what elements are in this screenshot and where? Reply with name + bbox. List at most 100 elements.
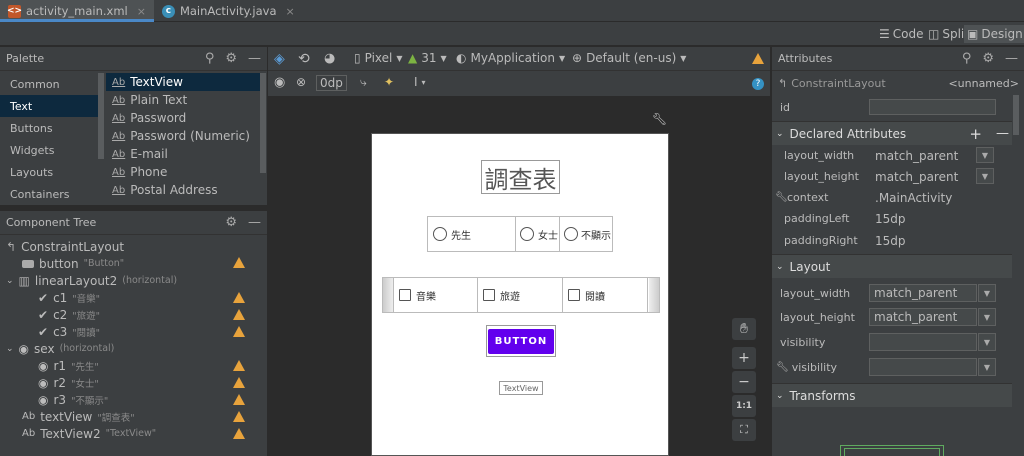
search-icon[interactable]: ⚲ (962, 51, 972, 66)
locale-dropdown[interactable]: ⊕ Default (en-us) ▼ (572, 51, 686, 65)
tree-row-sex[interactable]: ⌄ ◉ sex (horizontal) (6, 340, 114, 357)
palette-item-textview[interactable]: Ab TextView (112, 73, 183, 91)
design-mode-button[interactable]: ▣ Design (964, 25, 1024, 43)
sex-radio-group[interactable]: 先生 女士 不顯示 (427, 216, 613, 252)
warning-icon[interactable] (233, 428, 245, 439)
magic-wand-icon[interactable]: ✦ (384, 75, 394, 89)
tree-row-c2[interactable]: ✔ c2 "旅遊" (38, 306, 100, 323)
tree-row-button[interactable]: button "Button" (22, 255, 124, 272)
zoom-fit-button[interactable]: ⛶ (732, 419, 756, 441)
tree-row-c3[interactable]: ✔ c3 "閱讀" (38, 323, 100, 340)
zoom-in-button[interactable]: + (732, 347, 756, 369)
palette-item-plain-text[interactable]: Ab Plain Text (112, 91, 187, 109)
declared-attributes-header[interactable]: ⌄ Declared Attributes + — (772, 121, 1013, 145)
tree-row-r2[interactable]: ◉ r2 "女士" (38, 374, 99, 391)
radio-r1[interactable]: 先生 (428, 217, 516, 251)
declared-row[interactable]: paddingRight 15dp (772, 230, 1024, 251)
palette-item-password[interactable]: Ab Password (112, 109, 186, 127)
magnet-icon[interactable]: ⊗ (296, 75, 306, 89)
tree-row-r1[interactable]: ◉ r1 "先生" (38, 357, 99, 374)
warning-icon[interactable] (233, 292, 245, 303)
gear-icon[interactable]: ⚙ (225, 51, 237, 66)
tab-activity-main[interactable]: <> activity_main.xml × (0, 0, 154, 22)
layout-width-select[interactable]: match_parent (869, 284, 977, 302)
code-mode-button[interactable]: ☰ Code (876, 25, 927, 43)
visibility-select[interactable] (869, 333, 977, 351)
declared-row[interactable]: paddingLeft 15dp (772, 208, 1024, 229)
checkbox-c2[interactable]: 旅遊 (478, 278, 563, 312)
close-icon[interactable]: × (137, 5, 146, 18)
minimize-icon[interactable]: — (248, 51, 261, 66)
id-input[interactable] (869, 99, 996, 115)
palette-item-password-numeric[interactable]: Ab Password (Numeric) (112, 127, 250, 145)
items-scrollbar[interactable] (260, 73, 266, 173)
warning-icon[interactable] (233, 309, 245, 320)
checkbox-row[interactable]: 音樂 旅遊 閱讀 (382, 277, 660, 313)
warning-icon[interactable] (233, 377, 245, 388)
layout-section-header[interactable]: ⌄ Layout (772, 254, 1013, 278)
chevron-down-icon[interactable]: ▼ (978, 358, 996, 376)
api-dropdown[interactable]: ▲ 31 ▼ (408, 51, 447, 65)
radio-r2[interactable]: 女士 (516, 217, 560, 251)
minimize-icon[interactable]: — (248, 215, 261, 230)
gear-icon[interactable]: ⚙ (225, 215, 237, 230)
warning-icon[interactable] (233, 394, 245, 405)
checkbox-c1[interactable]: 音樂 (393, 278, 478, 312)
tree-row-textview2[interactable]: Ab TextView2 "TextView" (22, 425, 156, 442)
orientation-icon[interactable]: ⟲ (298, 51, 310, 67)
palette-category-widgets[interactable]: Widgets (0, 139, 104, 161)
textview2-widget[interactable]: TextView (499, 381, 543, 395)
zoom-out-button[interactable]: − (732, 371, 756, 393)
phone-preview[interactable]: 調查表 先生 女士 不顯示 音樂 旅遊 閱讀 BUTTON TextView (371, 133, 669, 456)
chevron-down-icon[interactable]: ▼ (978, 308, 996, 326)
theme-dropdown[interactable]: ◐ MyApplication ▼ (456, 51, 565, 65)
layout-height-select[interactable]: match_parent (869, 308, 977, 326)
device-dropdown[interactable]: ▯ Pixel ▼ (354, 51, 403, 65)
warning-icon[interactable] (233, 411, 245, 422)
search-icon[interactable]: ⚲ (205, 51, 215, 66)
tree-row-c1[interactable]: ✔ c1 "音樂" (38, 289, 100, 306)
help-icon[interactable]: ? (752, 78, 764, 90)
zoom-actual-button[interactable]: 1:1 (732, 395, 756, 417)
warning-icon[interactable] (233, 257, 245, 268)
margin-field[interactable]: 0dp (316, 75, 347, 91)
tab-main-activity[interactable]: c MainActivity.java × (154, 0, 303, 22)
clear-constraints-icon[interactable]: ⤷ (360, 75, 367, 90)
declared-row[interactable]: 🔧︎ context .MainActivity (772, 187, 1024, 208)
tree-row-constraintlayout[interactable]: ↰ ConstraintLayout (6, 238, 124, 255)
tree-row-linearlayout2[interactable]: ⌄ ▥ linearLayout2 (horizontal) (6, 272, 177, 289)
button-widget[interactable]: BUTTON (488, 329, 554, 354)
wrench-icon[interactable]: 🔧︎ (652, 112, 667, 126)
attributes-scrollbar[interactable] (1012, 95, 1020, 450)
tree-row-r3[interactable]: ◉ r3 "不顯示" (38, 391, 108, 408)
pan-button[interactable]: ✋︎ (732, 318, 756, 340)
chevron-down-icon[interactable]: ▼ (978, 333, 996, 351)
palette-item-email[interactable]: Ab E-mail (112, 145, 168, 163)
palette-category-text[interactable]: Text (0, 95, 104, 117)
layers-icon[interactable]: ◈ (274, 51, 285, 67)
palette-item-postal-address[interactable]: Ab Postal Address (112, 181, 218, 199)
guidelines-icon[interactable]: I ▾ (414, 75, 426, 89)
close-icon[interactable]: × (286, 5, 295, 18)
warning-icon[interactable] (233, 326, 245, 337)
transforms-section-header[interactable]: ⌄ Transforms (772, 383, 1013, 407)
chevron-down-icon[interactable]: ▼ (976, 147, 994, 163)
eye-icon[interactable]: ◉ (274, 75, 285, 90)
remove-icon[interactable]: — (996, 126, 1009, 141)
tools-visibility-select[interactable] (869, 358, 977, 376)
gear-icon[interactable]: ⚙ (982, 51, 994, 66)
radio-r3[interactable]: 不顯示 (560, 217, 612, 251)
palette-category-buttons[interactable]: Buttons (0, 117, 104, 139)
survey-title-textview[interactable]: 調查表 (481, 160, 560, 194)
category-scrollbar[interactable] (98, 73, 104, 159)
checkbox-c3[interactable]: 閱讀 (563, 278, 648, 312)
chevron-down-icon[interactable]: ▼ (976, 168, 994, 184)
night-mode-icon[interactable]: ◕ (324, 51, 335, 66)
palette-category-containers[interactable]: Containers (0, 183, 104, 205)
palette-item-phone[interactable]: Ab Phone (112, 163, 167, 181)
minimize-icon[interactable]: — (1005, 51, 1018, 66)
palette-category-layouts[interactable]: Layouts (0, 161, 104, 183)
palette-category-common[interactable]: Common (0, 73, 104, 95)
warning-icon[interactable] (233, 360, 245, 371)
chevron-down-icon[interactable]: ▼ (978, 284, 996, 302)
